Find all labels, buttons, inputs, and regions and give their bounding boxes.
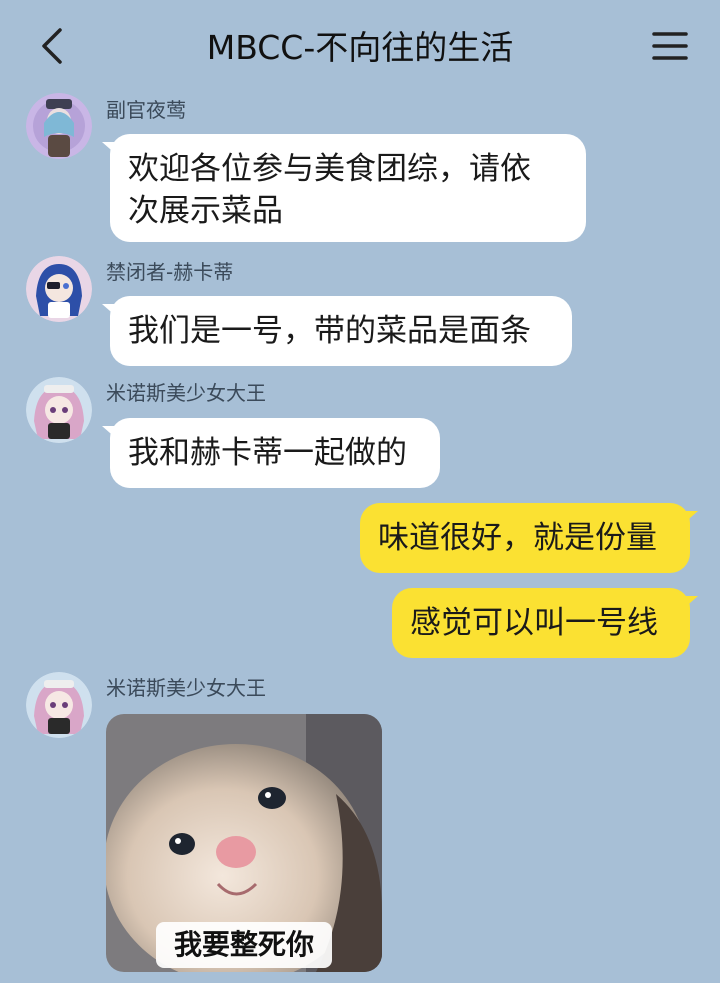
- sender-name: 米诺斯美少女大王: [106, 381, 266, 405]
- avatar[interactable]: [26, 377, 92, 443]
- sticker-image[interactable]: 我要整死你: [106, 714, 382, 972]
- message-bubble[interactable]: 欢迎各位参与美食团综，请依 次展示菜品: [102, 134, 586, 242]
- sender-name: 副官夜莺: [106, 98, 186, 122]
- sender-name: 米诺斯美少女大王: [106, 676, 266, 700]
- message-text-line: 欢迎各位参与美食团综，请依: [128, 151, 531, 187]
- menu-button[interactable]: [650, 26, 690, 66]
- message-text-line: 次展示菜品: [128, 193, 283, 229]
- my-message-bubble[interactable]: 味道很好，就是份量: [360, 503, 698, 573]
- message-bubble[interactable]: 我们是一号，带的菜品是面条: [102, 296, 572, 366]
- avatar[interactable]: [26, 256, 92, 322]
- top-bar: MBCC-不向往的生活: [0, 0, 720, 92]
- avatar[interactable]: [26, 672, 92, 738]
- message-text: 味道很好，就是份量: [378, 520, 657, 556]
- message-text: 我和赫卡蒂一起做的: [128, 435, 407, 471]
- avatar[interactable]: [26, 93, 92, 159]
- sticker-caption: 我要整死你: [156, 922, 332, 968]
- chat-title: MBCC-不向往的生活: [206, 28, 514, 67]
- message-bubble[interactable]: 我和赫卡蒂一起做的: [102, 418, 440, 488]
- my-message-bubble[interactable]: 感觉可以叫一号线: [392, 588, 698, 658]
- message-text: 我们是一号，带的菜品是面条: [128, 313, 531, 349]
- sender-name: 禁闭者-赫卡蒂: [106, 260, 234, 284]
- hamburger-menu-icon: [652, 32, 688, 60]
- message-text: 感觉可以叫一号线: [410, 605, 658, 641]
